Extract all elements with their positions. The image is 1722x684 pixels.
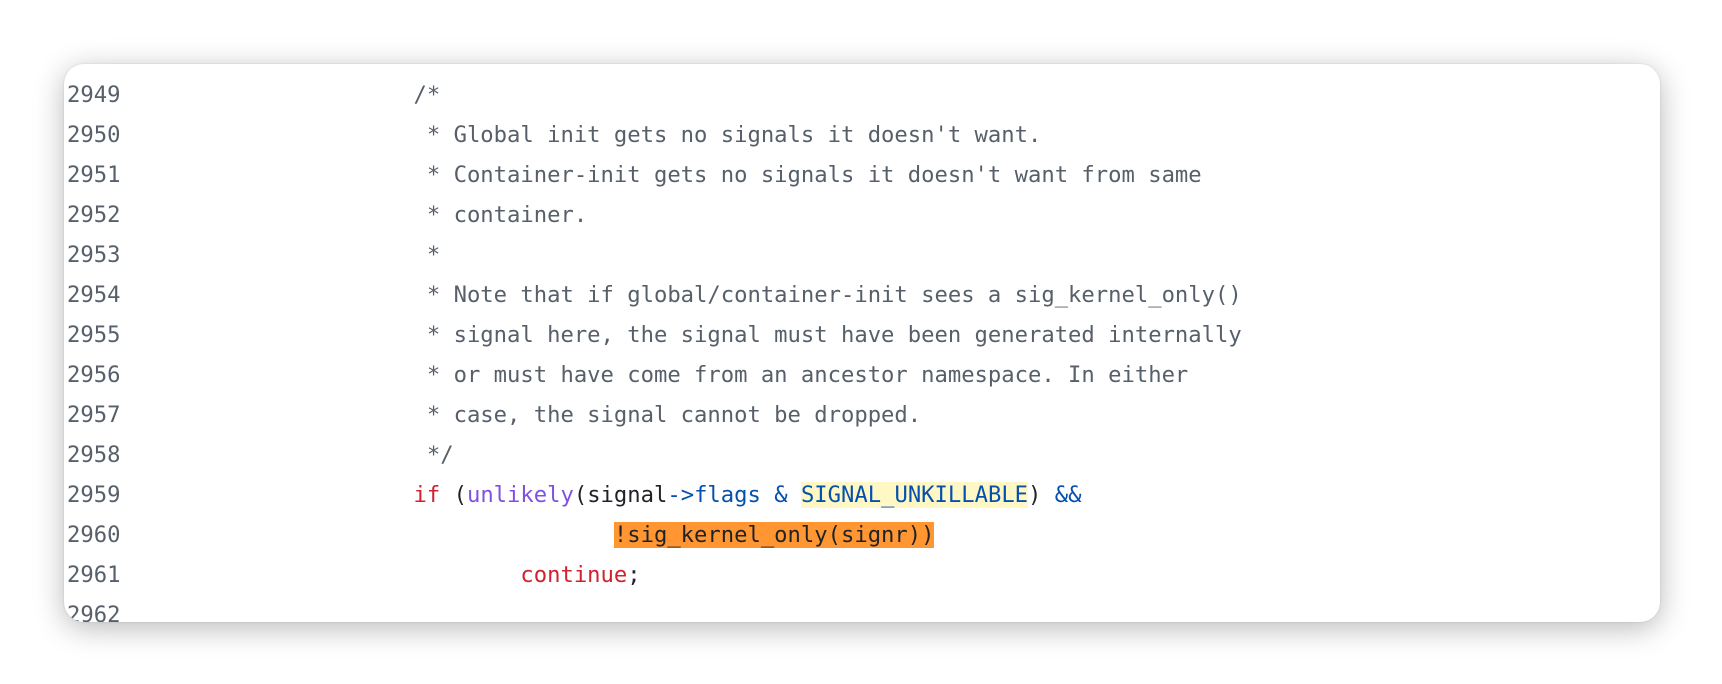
code-token: SIGNAL_UNKILLABLE [800, 482, 1029, 508]
code-line: 2953 * [64, 235, 1242, 275]
code-token: * [133, 242, 441, 268]
code-token: */ [133, 442, 454, 468]
code-token: -> [667, 482, 695, 508]
line-number[interactable]: 2950 [64, 115, 133, 155]
code-token: ; [627, 562, 641, 588]
code-token: !sig_kernel_only(signr)) [613, 522, 935, 548]
code-token: * Global init gets no signals it doesn't… [133, 122, 1042, 148]
code-token: * container. [133, 202, 588, 228]
code-text: * case, the signal cannot be dropped. [133, 395, 921, 435]
line-number[interactable]: 2959 [64, 475, 133, 515]
line-number[interactable]: 2953 [64, 235, 133, 275]
line-number[interactable]: 2957 [64, 395, 133, 435]
line-number[interactable]: 2958 [64, 435, 133, 475]
line-number[interactable]: 2949 [64, 75, 133, 115]
line-number[interactable]: 2952 [64, 195, 133, 235]
code-text: continue; [133, 555, 641, 595]
code-token: continue [520, 562, 628, 588]
code-line: 2954 * Note that if global/container-ini… [64, 275, 1242, 315]
line-number[interactable]: 2961 [64, 555, 133, 595]
code-line: 2958 */ [64, 435, 1242, 475]
code-text: * Container-init gets no signals it does… [133, 155, 1202, 195]
code-token: & [760, 482, 801, 508]
code-line: 2957 * case, the signal cannot be droppe… [64, 395, 1242, 435]
code-line: 2955 * signal here, the signal must have… [64, 315, 1242, 355]
line-number[interactable]: 2954 [64, 275, 133, 315]
code-token: /* [133, 82, 441, 108]
code-viewer-window: 2949 /* 2950 * Global init gets no signal… [64, 64, 1660, 622]
code-line: 2962 [64, 595, 1242, 622]
code-text: * or must have come from an ancestor nam… [133, 355, 1188, 395]
line-number[interactable]: 2960 [64, 515, 133, 555]
code-token: ) [1028, 482, 1055, 508]
line-number[interactable]: 2951 [64, 155, 133, 195]
code-token: ( [440, 482, 467, 508]
code-token: (signal [573, 482, 668, 508]
code-text: /* [133, 75, 441, 115]
code-text: */ [133, 435, 454, 475]
code-line: 2949 /* [64, 75, 1242, 115]
line-number[interactable]: 2962 [64, 595, 133, 622]
code-line: 2956 * or must have come from an ancesto… [64, 355, 1242, 395]
code-token: flags [694, 482, 761, 508]
code-token: * case, the signal cannot be dropped. [133, 402, 922, 428]
code-token: * Note that if global/container-init see… [133, 282, 1242, 308]
code-text: * Global init gets no signals it doesn't… [133, 115, 1041, 155]
code-token: && [1054, 482, 1082, 508]
code-line: 2951 * Container-init gets no signals it… [64, 155, 1242, 195]
code-line: 2961 continue; [64, 555, 1242, 595]
code-text: !sig_kernel_only(signr)) [133, 515, 935, 555]
code-token: * Container-init gets no signals it does… [133, 162, 1202, 188]
code-text: * container. [133, 195, 587, 235]
code-token: * or must have come from an ancestor nam… [133, 362, 1189, 388]
line-number[interactable]: 2955 [64, 315, 133, 355]
code-text: * [133, 235, 440, 275]
code-text: if (unlikely(signal->flags & SIGNAL_UNKI… [133, 475, 1081, 515]
code-text: * Note that if global/container-init see… [133, 275, 1242, 315]
code-line: 2952 * container. [64, 195, 1242, 235]
code-line: 2960 !sig_kernel_only(signr)) [64, 515, 1242, 555]
code-line: 2959 if (unlikely(signal->flags & SIGNAL… [64, 475, 1242, 515]
code-token: if [413, 482, 441, 508]
code-token: unlikely [466, 482, 574, 508]
line-number[interactable]: 2956 [64, 355, 133, 395]
code-token: * signal here, the signal must have been… [133, 322, 1242, 348]
code-view[interactable]: 2949 /* 2950 * Global init gets no signal… [64, 75, 1242, 622]
code-line: 2950 * Global init gets no signals it do… [64, 115, 1242, 155]
code-text: * signal here, the signal must have been… [133, 315, 1242, 355]
